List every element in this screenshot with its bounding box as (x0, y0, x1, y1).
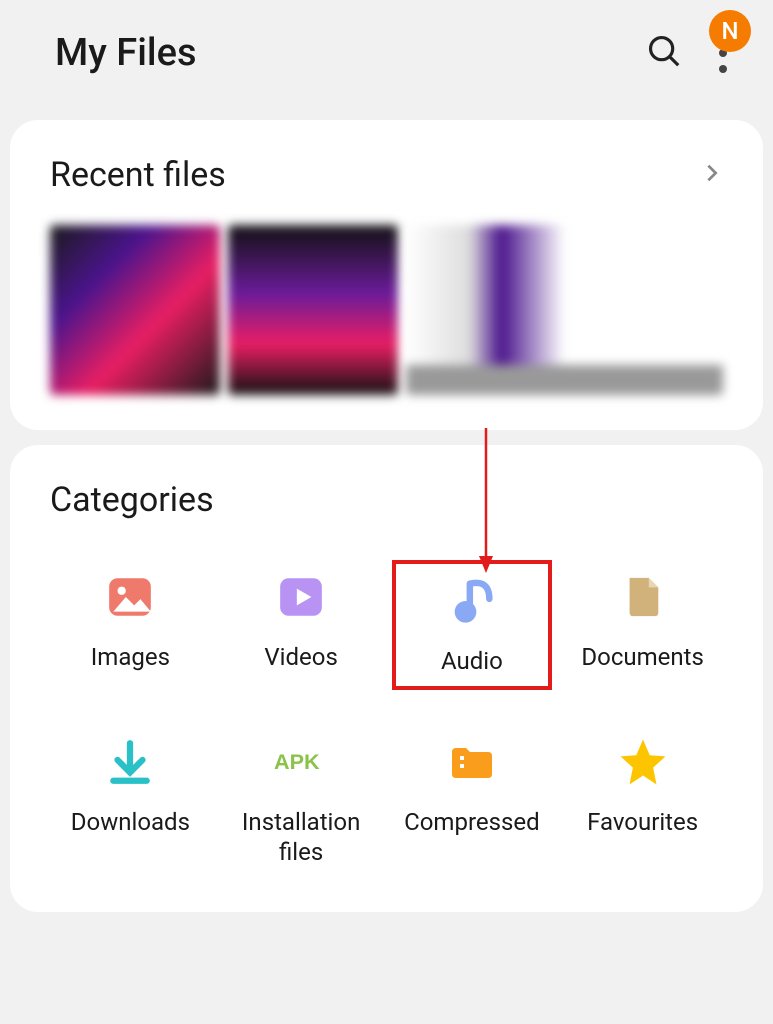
search-icon (645, 32, 683, 70)
categories-title: Categories (50, 480, 723, 520)
documents-icon (616, 570, 670, 624)
category-audio[interactable]: Audio (392, 560, 553, 690)
chevron-right-icon (701, 162, 723, 188)
category-label: Favourites (587, 807, 698, 837)
compressed-icon (445, 735, 499, 789)
category-documents[interactable]: Documents (562, 560, 723, 690)
downloads-icon (103, 735, 157, 789)
profile-avatar[interactable]: N (709, 10, 751, 52)
header-actions: N (645, 28, 733, 78)
category-label: Compressed (404, 807, 540, 837)
apk-icon: APK (274, 735, 328, 789)
categories-card: Categories Images Videos (10, 445, 763, 912)
videos-icon (274, 570, 328, 624)
more-options-button[interactable]: N (713, 28, 733, 78)
recent-files-card: Recent files (10, 120, 763, 430)
category-favourites[interactable]: Favourites (562, 725, 723, 877)
category-compressed[interactable]: Compressed (392, 725, 553, 877)
category-label: Installation files (221, 807, 382, 867)
recent-thumbnail[interactable] (228, 225, 398, 395)
recent-files-title: Recent files (50, 155, 226, 195)
svg-text:APK: APK (274, 749, 320, 774)
recent-thumbnail[interactable] (406, 225, 723, 395)
search-button[interactable] (645, 32, 683, 74)
category-installation-files[interactable]: APK Installation files (221, 725, 382, 877)
category-label: Downloads (71, 807, 190, 837)
categories-grid: Images Videos Audio (50, 560, 723, 877)
category-label: Documents (581, 642, 704, 672)
recent-thumbnails (50, 225, 723, 395)
audio-icon (445, 574, 499, 628)
category-label: Images (91, 642, 170, 672)
app-header: My Files N (0, 0, 773, 105)
star-icon (616, 735, 670, 789)
category-downloads[interactable]: Downloads (50, 725, 211, 877)
recent-files-header[interactable]: Recent files (50, 155, 723, 195)
category-label: Videos (264, 642, 337, 672)
category-images[interactable]: Images (50, 560, 211, 690)
recent-thumbnail[interactable] (50, 225, 220, 395)
images-icon (103, 570, 157, 624)
category-videos[interactable]: Videos (221, 560, 382, 690)
page-title: My Files (55, 31, 645, 75)
category-label: Audio (441, 646, 503, 676)
